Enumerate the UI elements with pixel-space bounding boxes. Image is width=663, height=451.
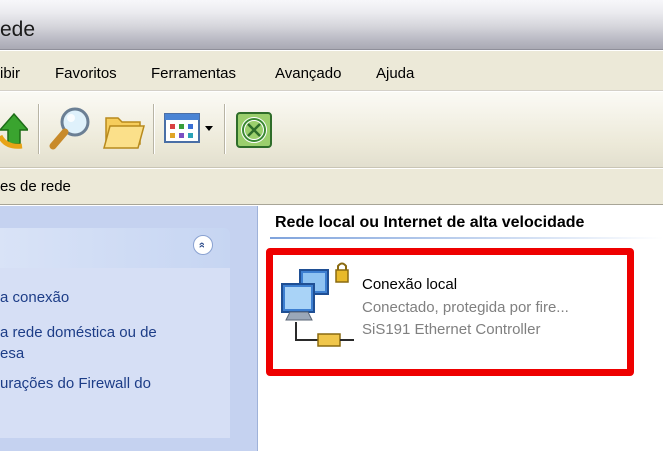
address-text: es de rede xyxy=(0,178,71,195)
up-folder-icon[interactable] xyxy=(0,108,30,153)
connection-name[interactable]: Conexão local xyxy=(362,276,457,293)
toolbar xyxy=(0,92,663,168)
task-link-home-network[interactable]: a rede doméstica ou de xyxy=(0,323,157,342)
network-connections-icon[interactable] xyxy=(234,110,274,153)
view-menu-icon[interactable] xyxy=(163,112,217,149)
toolbar-separator xyxy=(38,104,40,154)
connection-device: SiS191 Ethernet Controller xyxy=(362,321,541,338)
toolbar-separator xyxy=(224,104,226,154)
collapse-icon[interactable]: » xyxy=(193,235,213,255)
folders-icon[interactable] xyxy=(100,106,146,155)
menu-ferramentas[interactable]: Ferramentas xyxy=(151,65,236,82)
menu-avancado[interactable]: Avançado xyxy=(275,65,341,82)
menu-ajuda[interactable]: Ajuda xyxy=(376,65,414,82)
group-divider xyxy=(270,237,663,239)
menu-bar: ibir Favoritos Ferramentas Avançado Ajud… xyxy=(0,51,663,91)
connection-status: Conectado, protegida por fire... xyxy=(362,299,569,316)
toolbar-separator xyxy=(153,104,155,154)
window-title: ede xyxy=(0,18,36,41)
address-bar[interactable]: es de rede xyxy=(0,169,663,205)
menu-favoritos[interactable]: Favoritos xyxy=(55,65,117,82)
task-link-home-network-cont[interactable]: esa xyxy=(0,344,24,363)
search-icon[interactable] xyxy=(48,104,94,155)
group-header: Rede local ou Internet de alta velocidad… xyxy=(275,214,585,231)
menu-exibir[interactable]: ibir xyxy=(0,65,20,82)
task-link-connection[interactable]: a conexão xyxy=(0,288,69,307)
local-connection-icon[interactable] xyxy=(278,262,358,354)
title-bar: ede xyxy=(0,0,663,50)
task-link-firewall[interactable]: urações do Firewall do xyxy=(0,374,151,393)
task-pane-body: a conexão a rede doméstica ou de esa ura… xyxy=(0,268,230,438)
